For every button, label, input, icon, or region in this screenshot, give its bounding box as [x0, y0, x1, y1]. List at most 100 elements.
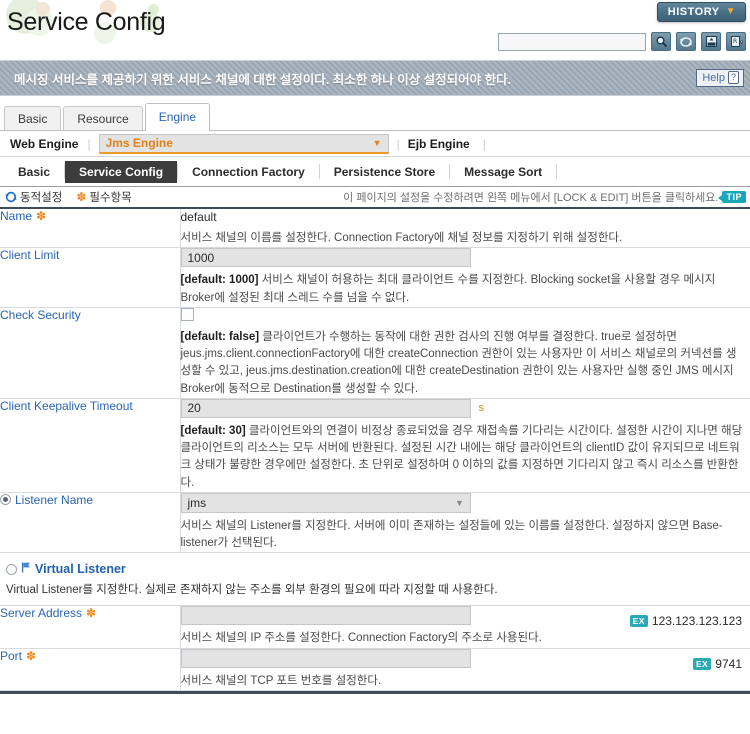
check-security-hint-text: 클라이언트가 수행하는 동작에 대한 권한 검사의 진행 여부를 결정한다. t… [180, 330, 737, 395]
tab-message-sort[interactable]: Message Sort [450, 161, 556, 183]
asterisk-icon: ✽ [36, 209, 47, 223]
legend-required: ✽ 필수항목 [76, 189, 131, 205]
page-title: Service Config [7, 8, 166, 36]
client-keepalive-timeout-input[interactable]: 20 [180, 398, 471, 418]
secondary-tabs: Basic Service Config Connection Factory … [0, 157, 750, 187]
label-port: Port [0, 648, 23, 663]
example-badge: EX [629, 615, 648, 628]
export-icon[interactable]: R [726, 32, 746, 51]
tip-badge: TIP [718, 191, 746, 203]
refresh-icon[interactable] [676, 32, 696, 51]
listener-name-radio[interactable] [0, 494, 11, 506]
chevron-down-icon: ▼ [725, 6, 736, 17]
check-security-checkbox[interactable] [180, 307, 194, 321]
svg-text:R: R [733, 38, 737, 45]
separator [556, 164, 558, 179]
page-description-bar: 메시징 서비스를 제공하기 위한 서비스 채널에 대한 설정이다. 최소한 하나… [0, 60, 750, 96]
engine-selector-bar: Web Engine | Jms Engine ▼ | Ejb Engine | [0, 131, 750, 157]
xml-export-icon[interactable] [701, 32, 721, 51]
label-client-keepalive-timeout: Client Keepalive Timeout [0, 398, 133, 413]
engine-jms[interactable]: Jms Engine ▼ [98, 133, 389, 154]
engine-web[interactable]: Web Engine [10, 137, 87, 151]
tab-persistence-store[interactable]: Persistence Store [320, 161, 449, 183]
field-label-cell: Client Keepalive Timeout [0, 398, 181, 493]
search-input[interactable] [498, 32, 646, 51]
port-input[interactable] [180, 648, 471, 668]
client-keepalive-timeout-hint: [default: 30] 클라이언트와의 연결이 비정상 종료되었을 경우 재… [181, 423, 743, 492]
service-config-form: Name ✽ default 서비스 채널의 이름를 설정한다. Connect… [0, 209, 750, 691]
asterisk-icon: ✽ [76, 190, 87, 204]
port-example-value: 9741 [715, 656, 742, 671]
label-check-security: Check Security [0, 307, 81, 322]
history-button[interactable]: HISTORY ▼ [656, 2, 746, 22]
field-row-check-security: Check Security [default: false] 클라이언트가 수… [0, 307, 750, 399]
flag-icon [21, 562, 31, 576]
check-security-hint: [default: false] 클라이언트가 수행하는 동작에 대한 권한 검… [181, 329, 743, 398]
virtual-listener-radio[interactable] [6, 563, 17, 575]
name-hint: 서비스 채널의 이름를 설정한다. Connection Factory에 채널… [180, 232, 623, 244]
legend-dynamic-label: 동적설정 [20, 192, 63, 204]
header-toolbar: R [498, 32, 746, 51]
tab-resource[interactable]: Resource [63, 106, 143, 130]
field-label-cell: Check Security [0, 307, 181, 399]
port-hint: 서비스 채널의 TCP 포트 번호를 설정한다. [180, 674, 382, 687]
tab-jms-basic[interactable]: Basic [4, 161, 64, 183]
field-label-cell: Listener Name [0, 492, 181, 553]
client-keepalive-timeout-default: [default: 30] [180, 424, 246, 437]
client-keepalive-timeout-hint-text: 클라이언트와의 연결이 비정상 종료되었을 경우 재접속를 기다리는 시간이다.… [180, 424, 743, 489]
legend-required-label: 필수항목 [89, 192, 132, 204]
field-row-server-address: Server Address ✽ EX 123.123.123.123 서비스 … [0, 605, 750, 648]
tab-service-config[interactable]: Service Config [65, 160, 178, 183]
client-keepalive-timeout-unit: s [478, 402, 485, 415]
server-address-input[interactable] [180, 606, 471, 626]
field-row-port: Port ✽ EX 9741 서비스 채널의 TCP 포트 번호를 설정한다. [0, 648, 750, 691]
lock-edit-note-text: 이 페이지의 설정을 수정하려면 왼쪽 메뉴에서 [LOCK & EDIT] 버… [343, 192, 719, 204]
asterisk-icon: ✽ [86, 606, 97, 621]
client-limit-hint-text: 서비스 채널이 허용하는 최대 클라이언트 수를 지정한다. Blocking … [180, 274, 716, 304]
field-label-cell: Client Limit [0, 247, 181, 308]
help-button-label: Help [702, 71, 725, 84]
tab-connection-factory[interactable]: Connection Factory [178, 161, 319, 183]
name-value: default [180, 210, 217, 224]
tab-basic[interactable]: Basic [4, 106, 62, 130]
engine-web-label: Web Engine [10, 136, 79, 151]
field-row-listener-name: Listener Name jms ▼ 서비스 채널의 Listener를 지정… [0, 492, 750, 553]
search-icon[interactable] [651, 32, 671, 51]
page-header: Service Config HISTORY ▼ R [0, 0, 750, 58]
engine-ejb[interactable]: Ejb Engine [408, 137, 479, 151]
field-row-client-keepalive-timeout: Client Keepalive Timeout 20 s [default: … [0, 398, 750, 493]
virtual-listener-section: Virtual Listener Virtual Listener를 지정한다.… [0, 553, 750, 606]
legend-bar: 동적설정 ✽ 필수항목 이 페이지의 설정을 수정하려면 왼쪽 메뉴에서 [LO… [0, 187, 750, 209]
client-limit-default: [default: 1000] [180, 274, 259, 287]
chevron-down-icon: ▼ [455, 497, 464, 508]
label-name: Name [0, 209, 33, 223]
server-address-hint: 서비스 채널의 IP 주소를 설정한다. Connection Factory의… [180, 632, 542, 645]
virtual-listener-title: Virtual Listener [35, 562, 126, 577]
listener-name-select[interactable]: jms ▼ [180, 492, 471, 513]
field-value-cell: [default: false] 클라이언트가 수행하는 동작에 대한 권한 검… [180, 307, 750, 398]
field-row-client-limit: Client Limit 1000 [default: 1000] 서비스 채널… [0, 247, 750, 308]
help-button[interactable]: Help ? [696, 69, 744, 87]
virtual-listener-cell: Virtual Listener Virtual Listener를 지정한다.… [0, 553, 750, 606]
engine-ejb-label: Ejb Engine [407, 136, 470, 151]
separator: | [482, 136, 486, 151]
primary-tabs: Basic Resource Engine [0, 103, 750, 131]
page-description-text: 메시징 서비스를 제공하기 위한 서비스 채널에 대한 설정이다. 최소한 하나… [14, 72, 512, 87]
tab-engine[interactable]: Engine [144, 103, 211, 131]
listener-name-selected-value: jms [187, 495, 207, 510]
client-limit-input[interactable]: 1000 [180, 248, 471, 268]
history-button-label: HISTORY [667, 6, 720, 18]
example-badge: EX [692, 657, 712, 670]
field-row-name: Name ✽ default 서비스 채널의 이름를 설정한다. Connect… [0, 209, 750, 248]
chevron-down-icon: ▼ [372, 137, 382, 148]
dynamic-config-icon [5, 191, 17, 203]
label-server-address: Server Address [0, 606, 83, 621]
listener-name-hint: 서비스 채널의 Listener를 지정한다. 서버에 이미 존재하는 설정들에… [180, 519, 723, 549]
field-value-cell: 20 s [default: 30] 클라이언트와의 연결이 비정상 종료되었을… [180, 398, 750, 492]
field-value-cell: 1000 [default: 1000] 서비스 채널이 허용하는 최대 클라이… [180, 248, 750, 308]
label-listener-name: Listener Name [15, 492, 94, 507]
separator: | [396, 136, 400, 151]
server-address-example: EX 123.123.123.123 [629, 614, 742, 628]
field-value-cell: jms ▼ 서비스 채널의 Listener를 지정한다. 서버에 이미 존재하… [180, 492, 750, 553]
field-value-cell: EX 9741 서비스 채널의 TCP 포트 번호를 설정한다. [180, 648, 750, 690]
